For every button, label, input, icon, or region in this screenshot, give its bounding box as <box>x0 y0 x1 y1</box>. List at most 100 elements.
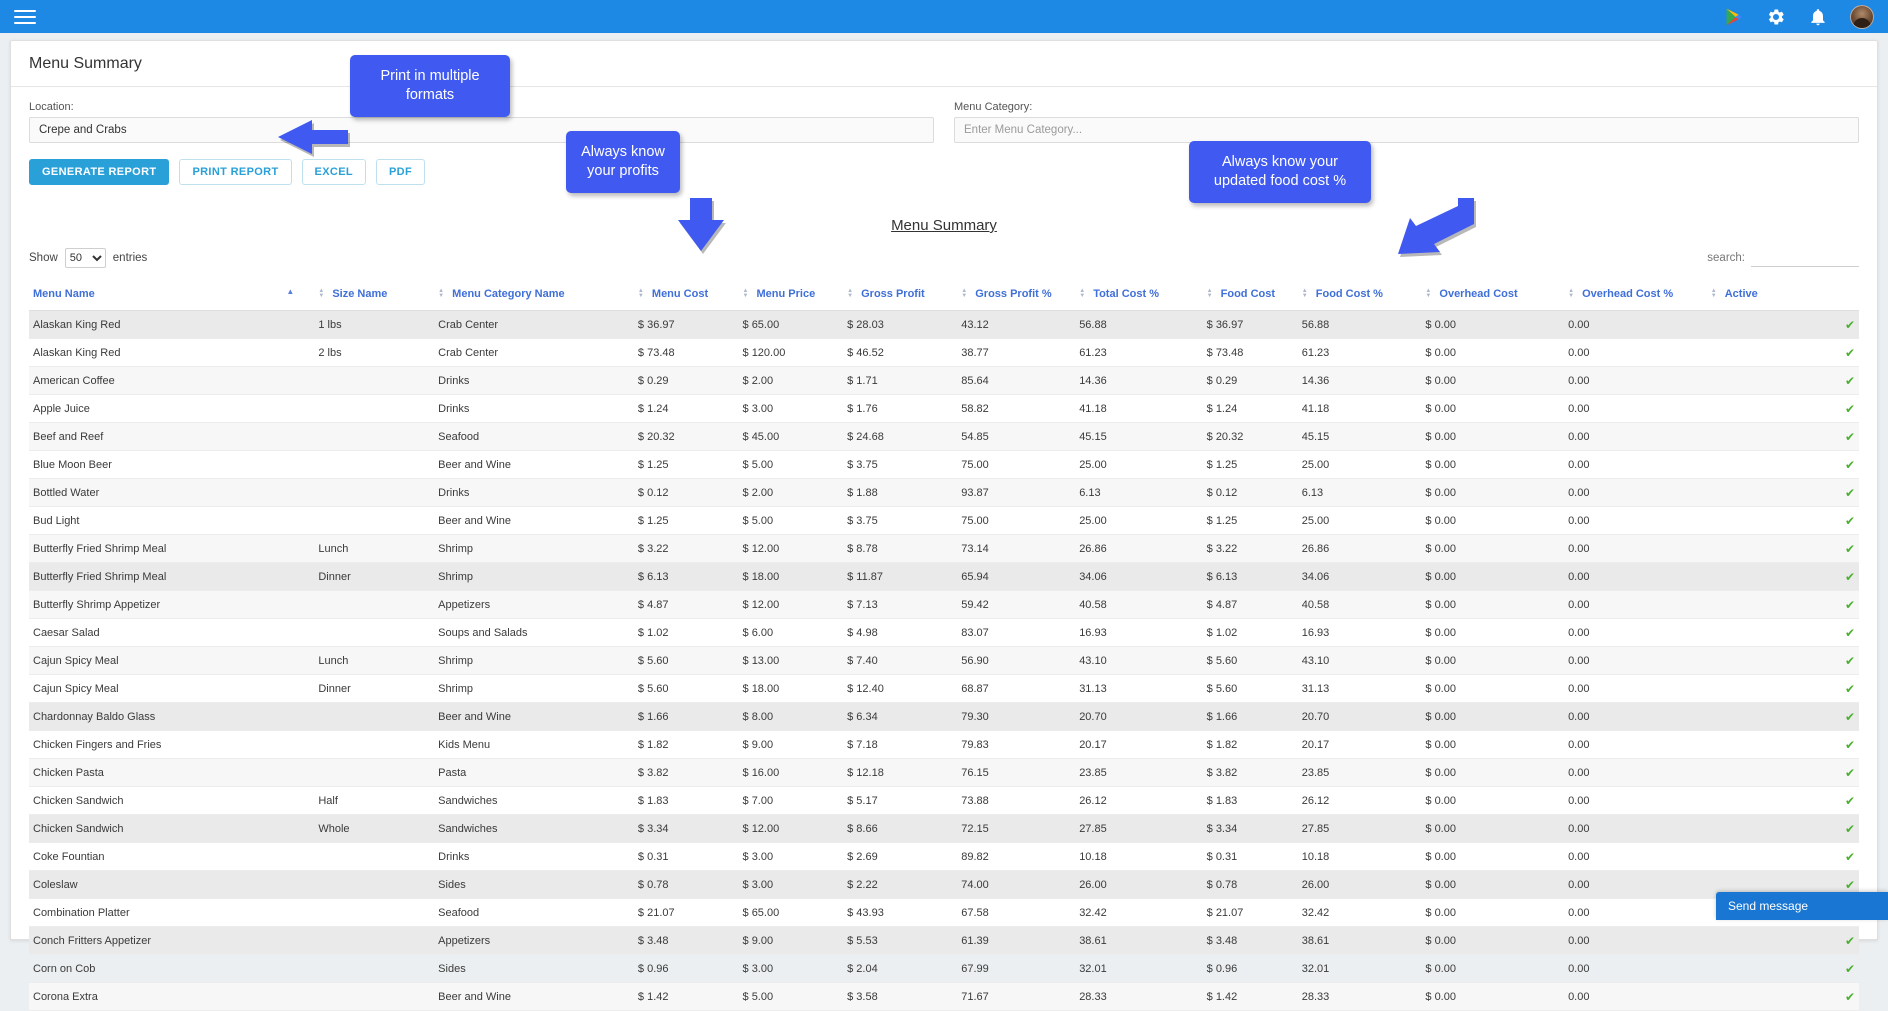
generate-report-button[interactable]: GENERATE REPORT <box>29 159 169 185</box>
table-row[interactable]: Apple JuiceDrinks$ 1.24$ 3.00$ 1.7658.82… <box>29 395 1859 423</box>
cell-menu-name: Alaskan King Red <box>29 339 314 367</box>
table-row[interactable]: Cajun Spicy MealDinnerShrimp$ 5.60$ 18.0… <box>29 675 1859 703</box>
column-header-menu-cost[interactable]: ▲▼Menu Cost <box>634 280 739 311</box>
table-row[interactable]: Chardonnay Baldo GlassBeer and Wine$ 1.6… <box>29 703 1859 731</box>
cell-gross-profit: $ 2.22 <box>843 871 957 899</box>
table-row[interactable]: Chicken SandwichHalfSandwiches$ 1.83$ 7.… <box>29 787 1859 815</box>
cell-food-cost: 26.00 <box>1298 871 1422 899</box>
cell-menu-price: $ 120.00 <box>739 339 844 367</box>
column-header-size-name[interactable]: ▲▼Size Name <box>314 280 434 311</box>
column-header-menu-price[interactable]: ▲▼Menu Price <box>739 280 844 311</box>
column-header-label: Menu Cost <box>652 288 708 300</box>
cell-menu-name: Cajun Spicy Meal <box>29 647 314 675</box>
page-size-select[interactable]: 102550100 <box>65 248 106 268</box>
cell-total-cost: 20.17 <box>1075 731 1202 759</box>
cell-food-cost: 41.18 <box>1298 395 1422 423</box>
pdf-button[interactable]: PDF <box>376 159 425 185</box>
column-header-gross-profit[interactable]: ▲▼Gross Profit <box>843 280 957 311</box>
column-header-menu-name[interactable]: Menu Name▲ <box>29 280 314 311</box>
send-message-button[interactable]: Send message <box>1716 892 1888 920</box>
cell-active: ✔ <box>1707 619 1859 647</box>
cell-menu-category-name: Appetizers <box>434 927 634 955</box>
column-header-gross-profit[interactable]: ▲▼Gross Profit % <box>957 280 1075 311</box>
hamburger-icon[interactable] <box>14 6 36 28</box>
table-row[interactable]: Blue Moon BeerBeer and Wine$ 1.25$ 5.00$… <box>29 451 1859 479</box>
table-row[interactable]: Conch Fritters AppetizerAppetizers$ 3.48… <box>29 927 1859 955</box>
cell-size-name <box>314 955 434 983</box>
location-input[interactable] <box>29 117 934 143</box>
cell-size-name <box>314 479 434 507</box>
table-row[interactable]: Corona ExtraBeer and Wine$ 1.42$ 5.00$ 3… <box>29 983 1859 1011</box>
cell-menu-name: Combination Platter <box>29 899 314 927</box>
cell-gross-profit: $ 3.58 <box>843 983 957 1011</box>
cell-menu-cost: $ 4.87 <box>634 591 739 619</box>
cell-active: ✔ <box>1707 479 1859 507</box>
cell-menu-cost: $ 1.42 <box>634 983 739 1011</box>
cell-menu-cost: $ 1.82 <box>634 731 739 759</box>
table-row[interactable]: Combination PlatterSeafood$ 21.07$ 65.00… <box>29 899 1859 927</box>
table-row[interactable]: Chicken SandwichWholeSandwiches$ 3.34$ 1… <box>29 815 1859 843</box>
cell-total-cost: 27.85 <box>1075 815 1202 843</box>
column-header-menu-category-name[interactable]: ▲▼Menu Category Name <box>434 280 634 311</box>
callout-arrow-profit <box>668 196 748 258</box>
table-row[interactable]: Caesar SaladSoups and Salads$ 1.02$ 6.00… <box>29 619 1859 647</box>
table-row[interactable]: Butterfly Fried Shrimp MealLunchShrimp$ … <box>29 535 1859 563</box>
cell-total-cost: 10.18 <box>1075 843 1202 871</box>
table-row[interactable]: Alaskan King Red1 lbsCrab Center$ 36.97$… <box>29 311 1859 339</box>
cell-active: ✔ <box>1707 535 1859 563</box>
column-header-active[interactable]: ▲▼Active <box>1707 280 1859 311</box>
table-row[interactable]: Corn on CobSides$ 0.96$ 3.00$ 2.0467.993… <box>29 955 1859 983</box>
search-input[interactable] <box>1751 249 1859 267</box>
cell-menu-cost: $ 3.48 <box>634 927 739 955</box>
cell-food-cost: $ 4.87 <box>1203 591 1298 619</box>
cell-overhead-cost: $ 0.00 <box>1421 423 1564 451</box>
table-row[interactable]: Cajun Spicy MealLunchShrimp$ 5.60$ 13.00… <box>29 647 1859 675</box>
column-header-label: Overhead Cost % <box>1582 288 1673 300</box>
cell-menu-category-name: Crab Center <box>434 311 634 339</box>
column-header-label: Size Name <box>332 288 387 300</box>
column-header-overhead-cost[interactable]: ▲▼ Overhead Cost % <box>1564 280 1707 311</box>
active-check-icon: ✔ <box>1845 682 1855 696</box>
table-row[interactable]: Butterfly Fried Shrimp MealDinnerShrimp$… <box>29 563 1859 591</box>
table-row[interactable]: Bottled WaterDrinks$ 0.12$ 2.00$ 1.8893.… <box>29 479 1859 507</box>
table-row[interactable]: Butterfly Shrimp AppetizerAppetizers$ 4.… <box>29 591 1859 619</box>
cell-menu-price: $ 3.00 <box>739 395 844 423</box>
cell-gross-profit: $ 11.87 <box>843 563 957 591</box>
cell-menu-category-name: Appetizers <box>434 591 634 619</box>
table-row[interactable]: Beef and ReefSeafood$ 20.32$ 45.00$ 24.6… <box>29 423 1859 451</box>
table-row[interactable]: American CoffeeDrinks$ 0.29$ 2.00$ 1.718… <box>29 367 1859 395</box>
cell-gross-profit: $ 3.75 <box>843 507 957 535</box>
cell-food-cost: 26.12 <box>1298 787 1422 815</box>
column-header-total-cost[interactable]: ▲▼Total Cost % <box>1075 280 1202 311</box>
user-avatar[interactable] <box>1850 5 1874 29</box>
cell-size-name: Whole <box>314 815 434 843</box>
sort-asc-icon: ▲ <box>286 288 294 296</box>
column-header-food-cost[interactable]: ▲▼Food Cost <box>1203 280 1298 311</box>
cell-total-cost: 38.61 <box>1075 927 1202 955</box>
column-header-overhead-cost[interactable]: ▲▼Overhead Cost <box>1421 280 1564 311</box>
bell-icon[interactable] <box>1808 7 1828 27</box>
column-header-food-cost[interactable]: ▲▼Food Cost % <box>1298 280 1422 311</box>
cell-size-name: Dinner <box>314 675 434 703</box>
table-row[interactable]: Coke FountianDrinks$ 0.31$ 3.00$ 2.6989.… <box>29 843 1859 871</box>
google-play-icon[interactable] <box>1724 7 1744 27</box>
cell-menu-cost: $ 6.13 <box>634 563 739 591</box>
table-row[interactable]: Chicken PastaPasta$ 3.82$ 16.00$ 12.1876… <box>29 759 1859 787</box>
cell-size-name: Lunch <box>314 647 434 675</box>
menu-summary-table-wrap: Menu Name▲▲▼Size Name▲▼Menu Category Nam… <box>11 268 1877 1011</box>
sort-both-icon: ▲▼ <box>1568 289 1576 299</box>
active-check-icon: ✔ <box>1845 934 1855 948</box>
menu-category-input[interactable] <box>954 117 1859 143</box>
cell-gross-profit: $ 8.78 <box>843 535 957 563</box>
table-row[interactable]: Chicken Fingers and FriesKids Menu$ 1.82… <box>29 731 1859 759</box>
table-row[interactable]: Alaskan King Red2 lbsCrab Center$ 73.48$… <box>29 339 1859 367</box>
active-check-icon: ✔ <box>1845 850 1855 864</box>
cell-menu-cost: $ 5.60 <box>634 675 739 703</box>
gear-icon[interactable] <box>1766 7 1786 27</box>
cell-gross-profit: 74.00 <box>957 871 1075 899</box>
cell-food-cost: $ 3.22 <box>1203 535 1298 563</box>
cell-gross-profit: 54.85 <box>957 423 1075 451</box>
table-row[interactable]: ColeslawSides$ 0.78$ 3.00$ 2.2274.0026.0… <box>29 871 1859 899</box>
cell-menu-cost: $ 0.29 <box>634 367 739 395</box>
table-row[interactable]: Bud LightBeer and Wine$ 1.25$ 5.00$ 3.75… <box>29 507 1859 535</box>
